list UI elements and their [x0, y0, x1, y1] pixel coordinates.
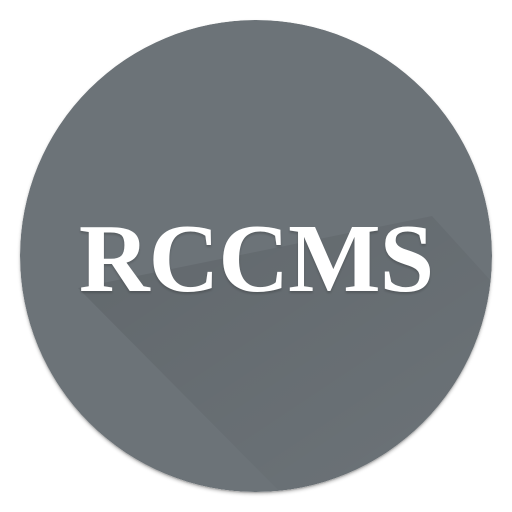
app-icon-stage: RCCMS [0, 0, 512, 512]
app-icon: RCCMS [20, 20, 492, 492]
logo-wordmark: RCCMS [78, 205, 434, 313]
